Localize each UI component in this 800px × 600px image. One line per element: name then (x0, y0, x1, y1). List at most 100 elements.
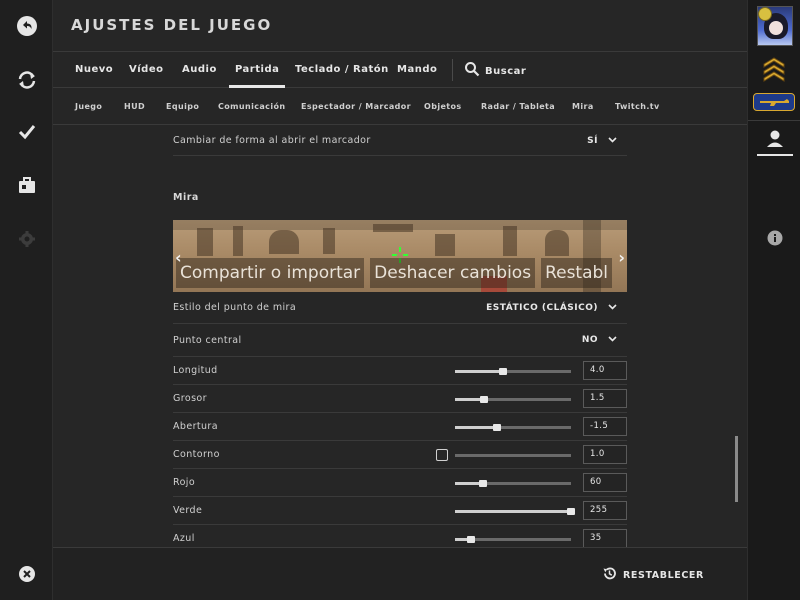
subtab-comunicacion[interactable]: Comunicación (218, 88, 285, 125)
slider-thumb[interactable] (499, 368, 507, 375)
value-input[interactable]: 255 (583, 501, 627, 520)
tab-partida[interactable]: Partida (228, 52, 286, 88)
tab-nuevo[interactable]: Nuevo (75, 52, 113, 88)
checkmark-icon[interactable] (0, 114, 53, 150)
setting-row-longitud: Longitud 4.0 (173, 357, 627, 385)
share-import-button[interactable]: Compartir o importar (176, 258, 365, 288)
value-input[interactable]: 4.0 (583, 361, 627, 380)
briefcase-icon[interactable] (0, 168, 53, 204)
setting-row-scoreboard: Cambiar de forma al abrir el marcador SÍ (173, 126, 627, 156)
preview-action-bar: Compartir o importar Deshacer cambios Re… (173, 258, 627, 288)
crosshair-style-dropdown[interactable]: ESTÁTICO (CLÁSICO) (486, 292, 617, 324)
setting-row-center-dot: Punto central NO (173, 324, 627, 357)
value-input[interactable]: 60 (583, 473, 627, 492)
page-title: AJUSTES DEL JUEGO (71, 16, 273, 34)
slider-thumb[interactable] (467, 536, 475, 543)
setting-row-rojo: Rojo 60 (173, 469, 627, 497)
footer: RESTABLECER (53, 547, 747, 600)
subtab-equipo[interactable]: Equipo (166, 88, 199, 125)
dropdown-value: SÍ (587, 136, 598, 146)
primary-tabs: Nuevo Vídeo Audio Partida Teclado / Rató… (53, 52, 747, 88)
slider-track[interactable] (455, 508, 575, 515)
subtab-objetos[interactable]: Objetos (424, 88, 462, 125)
outline-checkbox[interactable] (436, 449, 448, 461)
chevron-down-icon (608, 324, 617, 357)
chevron-down-icon (608, 292, 617, 324)
slider-thumb[interactable] (493, 424, 501, 431)
value-input[interactable]: -1.5 (583, 417, 627, 436)
setting-label: Longitud (173, 365, 218, 376)
friends-profile-icon[interactable] (757, 126, 793, 156)
crosshair-preview: Compartir o importar Deshacer cambios Re… (173, 220, 627, 292)
right-profile-rail (747, 0, 800, 600)
slider-fill (455, 370, 503, 373)
sub-tabs: Juego HUD Equipo Comunicación Espectador… (53, 88, 747, 125)
settings-content: Cambiar de forma al abrir el marcador SÍ… (53, 126, 747, 547)
chevron-right-icon[interactable]: › (618, 248, 625, 267)
setting-row-contorno: Contorno 1.0 (173, 441, 627, 469)
slider-thumb[interactable] (479, 480, 487, 487)
weapon-badge-icon[interactable] (753, 93, 795, 111)
tab-divider (452, 59, 453, 81)
setting-label: Azul (173, 533, 195, 544)
subtab-radar-tableta[interactable]: Radar / Tableta (481, 88, 555, 125)
reset-button[interactable]: RESTABLECER (602, 566, 704, 584)
gear-icon[interactable] (0, 221, 53, 257)
slider-track[interactable] (455, 368, 571, 375)
setting-row-crosshair-style: Estilo del punto de mira ESTÁTICO (CLÁSI… (173, 292, 627, 324)
center-dot-dropdown[interactable]: NO (582, 324, 617, 357)
setting-label: Verde (173, 505, 203, 516)
reset-preview-button[interactable]: Restabl (541, 258, 613, 288)
refresh-icon[interactable] (0, 62, 53, 98)
setting-label: Contorno (173, 449, 220, 460)
dropdown-value: ESTÁTICO (CLÁSICO) (486, 303, 598, 313)
slider-track[interactable] (455, 424, 571, 431)
setting-label: Punto central (173, 335, 242, 346)
search-button[interactable]: Buscar (464, 61, 526, 81)
dropdown-value: NO (581, 335, 598, 345)
setting-label: Cambiar de forma al abrir el marcador (173, 135, 371, 146)
history-icon (602, 566, 617, 584)
undo-changes-button[interactable]: Deshacer cambios (370, 258, 536, 288)
subtab-espectador-marcador[interactable]: Espectador / Marcador (301, 88, 411, 125)
value-input[interactable]: 1.0 (583, 445, 627, 464)
setting-row-grosor: Grosor 1.5 (173, 385, 627, 413)
value-input[interactable]: 35 (583, 529, 627, 547)
slider-thumb[interactable] (567, 508, 575, 515)
setting-row-azul: Azul 35 (173, 525, 627, 547)
subtab-hud[interactable]: HUD (124, 88, 145, 125)
section-title-mira: Mira (173, 192, 199, 203)
subtab-twitch[interactable]: Twitch.tv (615, 88, 660, 125)
setting-row-verde: Verde 255 (173, 497, 627, 525)
reset-label: RESTABLECER (623, 569, 704, 581)
slider-track[interactable] (455, 454, 571, 457)
scoreboard-dropdown[interactable]: SÍ (587, 126, 617, 156)
page-header: AJUSTES DEL JUEGO (53, 0, 747, 52)
slider-track[interactable] (455, 536, 571, 543)
slider-track[interactable] (455, 480, 571, 487)
subtab-mira[interactable]: Mira (572, 88, 594, 125)
chevron-down-icon (608, 126, 617, 156)
left-navigation-rail (0, 0, 53, 600)
slider-thumb[interactable] (480, 396, 488, 403)
slider-track[interactable] (455, 396, 571, 403)
search-label: Buscar (485, 65, 527, 77)
subtab-juego[interactable]: Juego (75, 88, 102, 125)
search-icon (464, 61, 480, 81)
back-icon[interactable] (0, 8, 53, 44)
tab-mando[interactable]: Mando (397, 52, 437, 88)
avatar[interactable] (757, 6, 793, 46)
value-input[interactable]: 1.5 (583, 389, 627, 408)
slider-fill (455, 426, 497, 429)
scrollbar[interactable] (735, 436, 738, 502)
rank-chevron-icon[interactable] (762, 56, 786, 88)
setting-label: Rojo (173, 477, 196, 488)
tab-teclado-raton[interactable]: Teclado / Ratón (295, 52, 389, 88)
tab-audio[interactable]: Audio (182, 52, 217, 88)
chevron-left-icon[interactable]: ‹ (175, 248, 182, 267)
tab-video[interactable]: Vídeo (129, 52, 163, 88)
setting-row-abertura: Abertura -1.5 (173, 413, 627, 441)
close-icon[interactable] (0, 556, 53, 592)
setting-label: Abertura (173, 421, 218, 432)
info-icon[interactable] (767, 230, 783, 250)
